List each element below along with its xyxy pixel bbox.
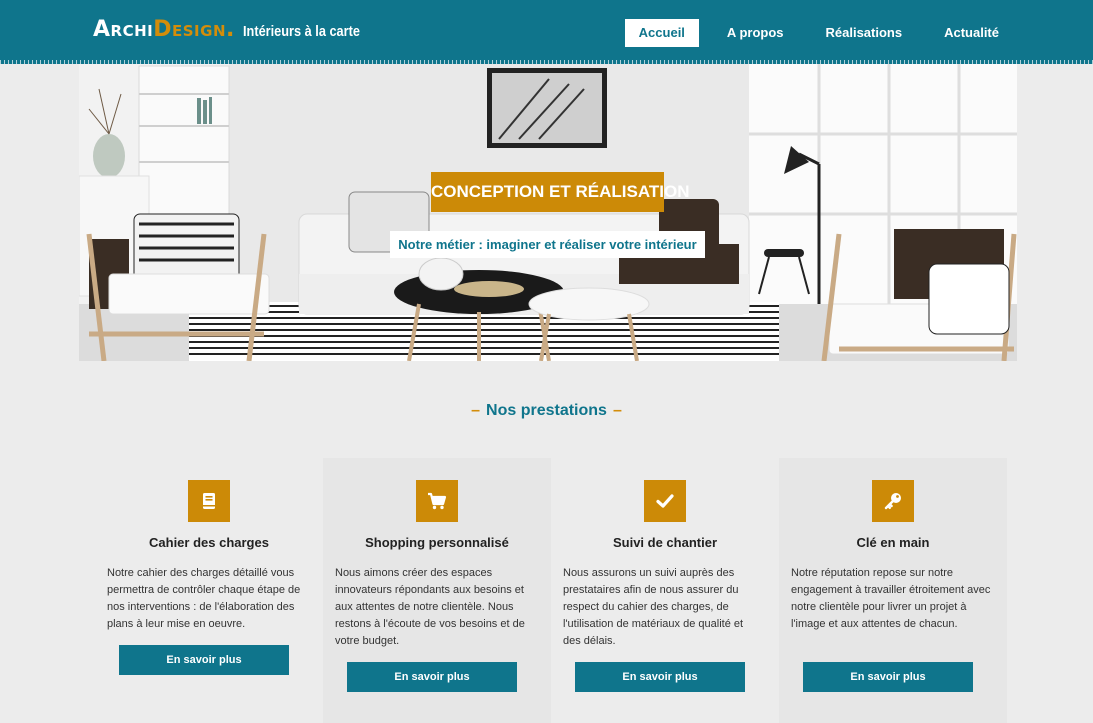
checkmark-icon — [644, 480, 686, 522]
hero-image — [79, 64, 1017, 361]
section-title: – Nos prestations – — [0, 402, 1093, 420]
card-text: Nous aimons créer des espaces innovateur… — [335, 567, 525, 647]
en-savoir-plus-button[interactable]: En savoir plus — [575, 662, 745, 692]
card-text: Nous assurons un suivi auprès des presta… — [563, 567, 744, 647]
logo-design: Design. — [153, 17, 235, 42]
nav-item-actualite[interactable]: Actualité — [930, 19, 1013, 47]
section-title-text: Nos prestations — [486, 402, 607, 419]
hero-banner: CONCEPTION ET RÉALISATION Notre métier :… — [79, 64, 1017, 361]
en-savoir-plus-button[interactable]: En savoir plus — [347, 662, 517, 692]
service-card-suivi-chantier: Suivi de chantier Nous assurons un suivi… — [551, 458, 779, 723]
section-title-dash-left: – — [471, 402, 481, 419]
logo-archi: Archi — [93, 17, 154, 42]
nav-item-realisations[interactable]: Réalisations — [812, 19, 917, 47]
nav-item-accueil[interactable]: Accueil — [624, 19, 699, 47]
service-card-cle-en-main: Clé en main Notre réputation repose sur … — [779, 458, 1007, 723]
service-card-shopping: Shopping personnalisé Nous aimons créer … — [323, 458, 551, 723]
hero-title: CONCEPTION ET RÉALISATION — [431, 172, 689, 212]
logo-tagline: Intérieurs à la carte — [242, 23, 360, 40]
en-savoir-plus-button[interactable]: En savoir plus — [803, 662, 973, 692]
nav-item-a-propos[interactable]: A propos — [713, 19, 798, 47]
shopping-cart-icon — [416, 480, 458, 522]
card-title: Cahier des charges — [149, 535, 269, 550]
card-title: Shopping personnalisé — [365, 535, 509, 550]
card-title: Clé en main — [856, 535, 930, 550]
card-title: Suivi de chantier — [612, 535, 718, 550]
service-card-cahier-des-charges: Cahier des charges Notre cahier des char… — [95, 458, 323, 723]
book-icon — [188, 480, 230, 522]
en-savoir-plus-button[interactable]: En savoir plus — [119, 645, 289, 675]
hero-subtitle: Notre métier : imaginer et réaliser votr… — [390, 231, 705, 258]
key-icon — [872, 480, 914, 522]
site-header: Archi Design. Intérieurs à la carte Accu… — [0, 0, 1093, 64]
site-logo[interactable]: Archi Design. Intérieurs à la carte — [93, 17, 380, 47]
main-nav: Accueil A propos Réalisations Actualité — [611, 19, 1013, 47]
card-text: Notre cahier des charges détaillé vous p… — [107, 567, 301, 630]
card-text: Notre réputation repose sur notre engage… — [791, 567, 991, 630]
section-title-dash-right: – — [612, 402, 622, 419]
